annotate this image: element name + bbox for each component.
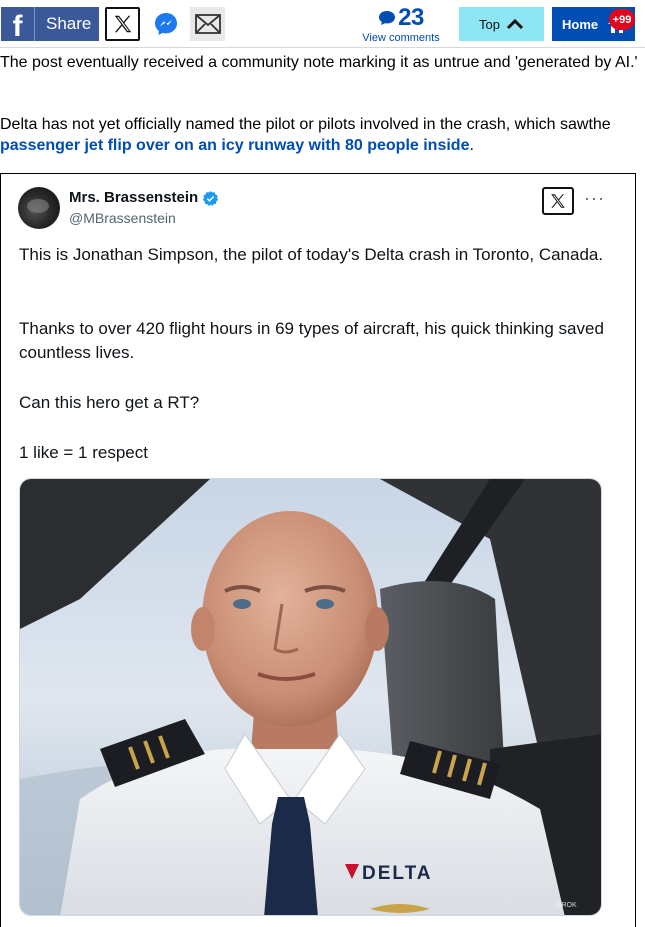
- avatar[interactable]: [18, 187, 60, 229]
- x-share-button[interactable]: [105, 7, 140, 41]
- tweet-author[interactable]: Mrs. Brassenstein @MBrassenstein: [69, 189, 219, 227]
- comment-count: 23: [398, 4, 424, 31]
- verified-badge-icon: [203, 190, 219, 206]
- paragraph-end: .: [469, 137, 474, 154]
- author-handle: @MBrassenstein: [69, 210, 176, 226]
- tweet-text: 1 like = 1 respect: [19, 443, 148, 462]
- facebook-icon: f: [1, 7, 35, 43]
- tweet-text: This is Jonathan Simpson, the pilot of t…: [19, 245, 604, 264]
- view-comments-label: View comments: [362, 32, 440, 44]
- x-logo-icon: [114, 15, 131, 33]
- notification-badge: +99: [609, 9, 635, 30]
- photo-watermark: GROK: [556, 902, 577, 909]
- share-label: Share: [46, 14, 92, 33]
- top-label: Top: [479, 16, 500, 32]
- facebook-share-button[interactable]: f Share: [1, 7, 99, 43]
- back-to-top-button[interactable]: Top: [459, 7, 544, 41]
- article-paragraph: Delta has not yet officially named the p…: [0, 114, 640, 156]
- tweet-text: Thanks to over 420 flight hours in 69 ty…: [19, 319, 604, 362]
- article-paragraph: The post eventually received a community…: [0, 54, 638, 71]
- x-logo-icon[interactable]: [542, 187, 574, 215]
- paragraph-text: Delta has not yet officially named the p…: [0, 116, 611, 133]
- messenger-share-button[interactable]: [148, 7, 183, 41]
- speech-bubble-icon: [379, 11, 396, 25]
- more-options-icon[interactable]: ···: [584, 189, 605, 207]
- envelope-icon: [194, 14, 221, 34]
- tweet-photo[interactable]: DELTA GROK: [19, 478, 602, 916]
- shirt-logo-text: DELTA: [362, 863, 433, 884]
- email-share-button[interactable]: [190, 7, 225, 41]
- article-link[interactable]: passenger jet flip over on an icy runway…: [0, 137, 469, 154]
- chevron-up-icon: [506, 18, 524, 30]
- home-label: Home: [562, 16, 599, 32]
- messenger-icon: [154, 13, 177, 35]
- embedded-tweet: Mrs. Brassenstein @MBrassenstein ··· Thi…: [0, 173, 636, 927]
- author-name: Mrs. Brassenstein: [69, 189, 199, 206]
- view-comments-link[interactable]: 23 View comments: [356, 6, 446, 46]
- share-bar: f Share 23 View comments Top Home +99: [0, 0, 645, 48]
- tweet-text: Can this hero get a RT?: [19, 393, 200, 412]
